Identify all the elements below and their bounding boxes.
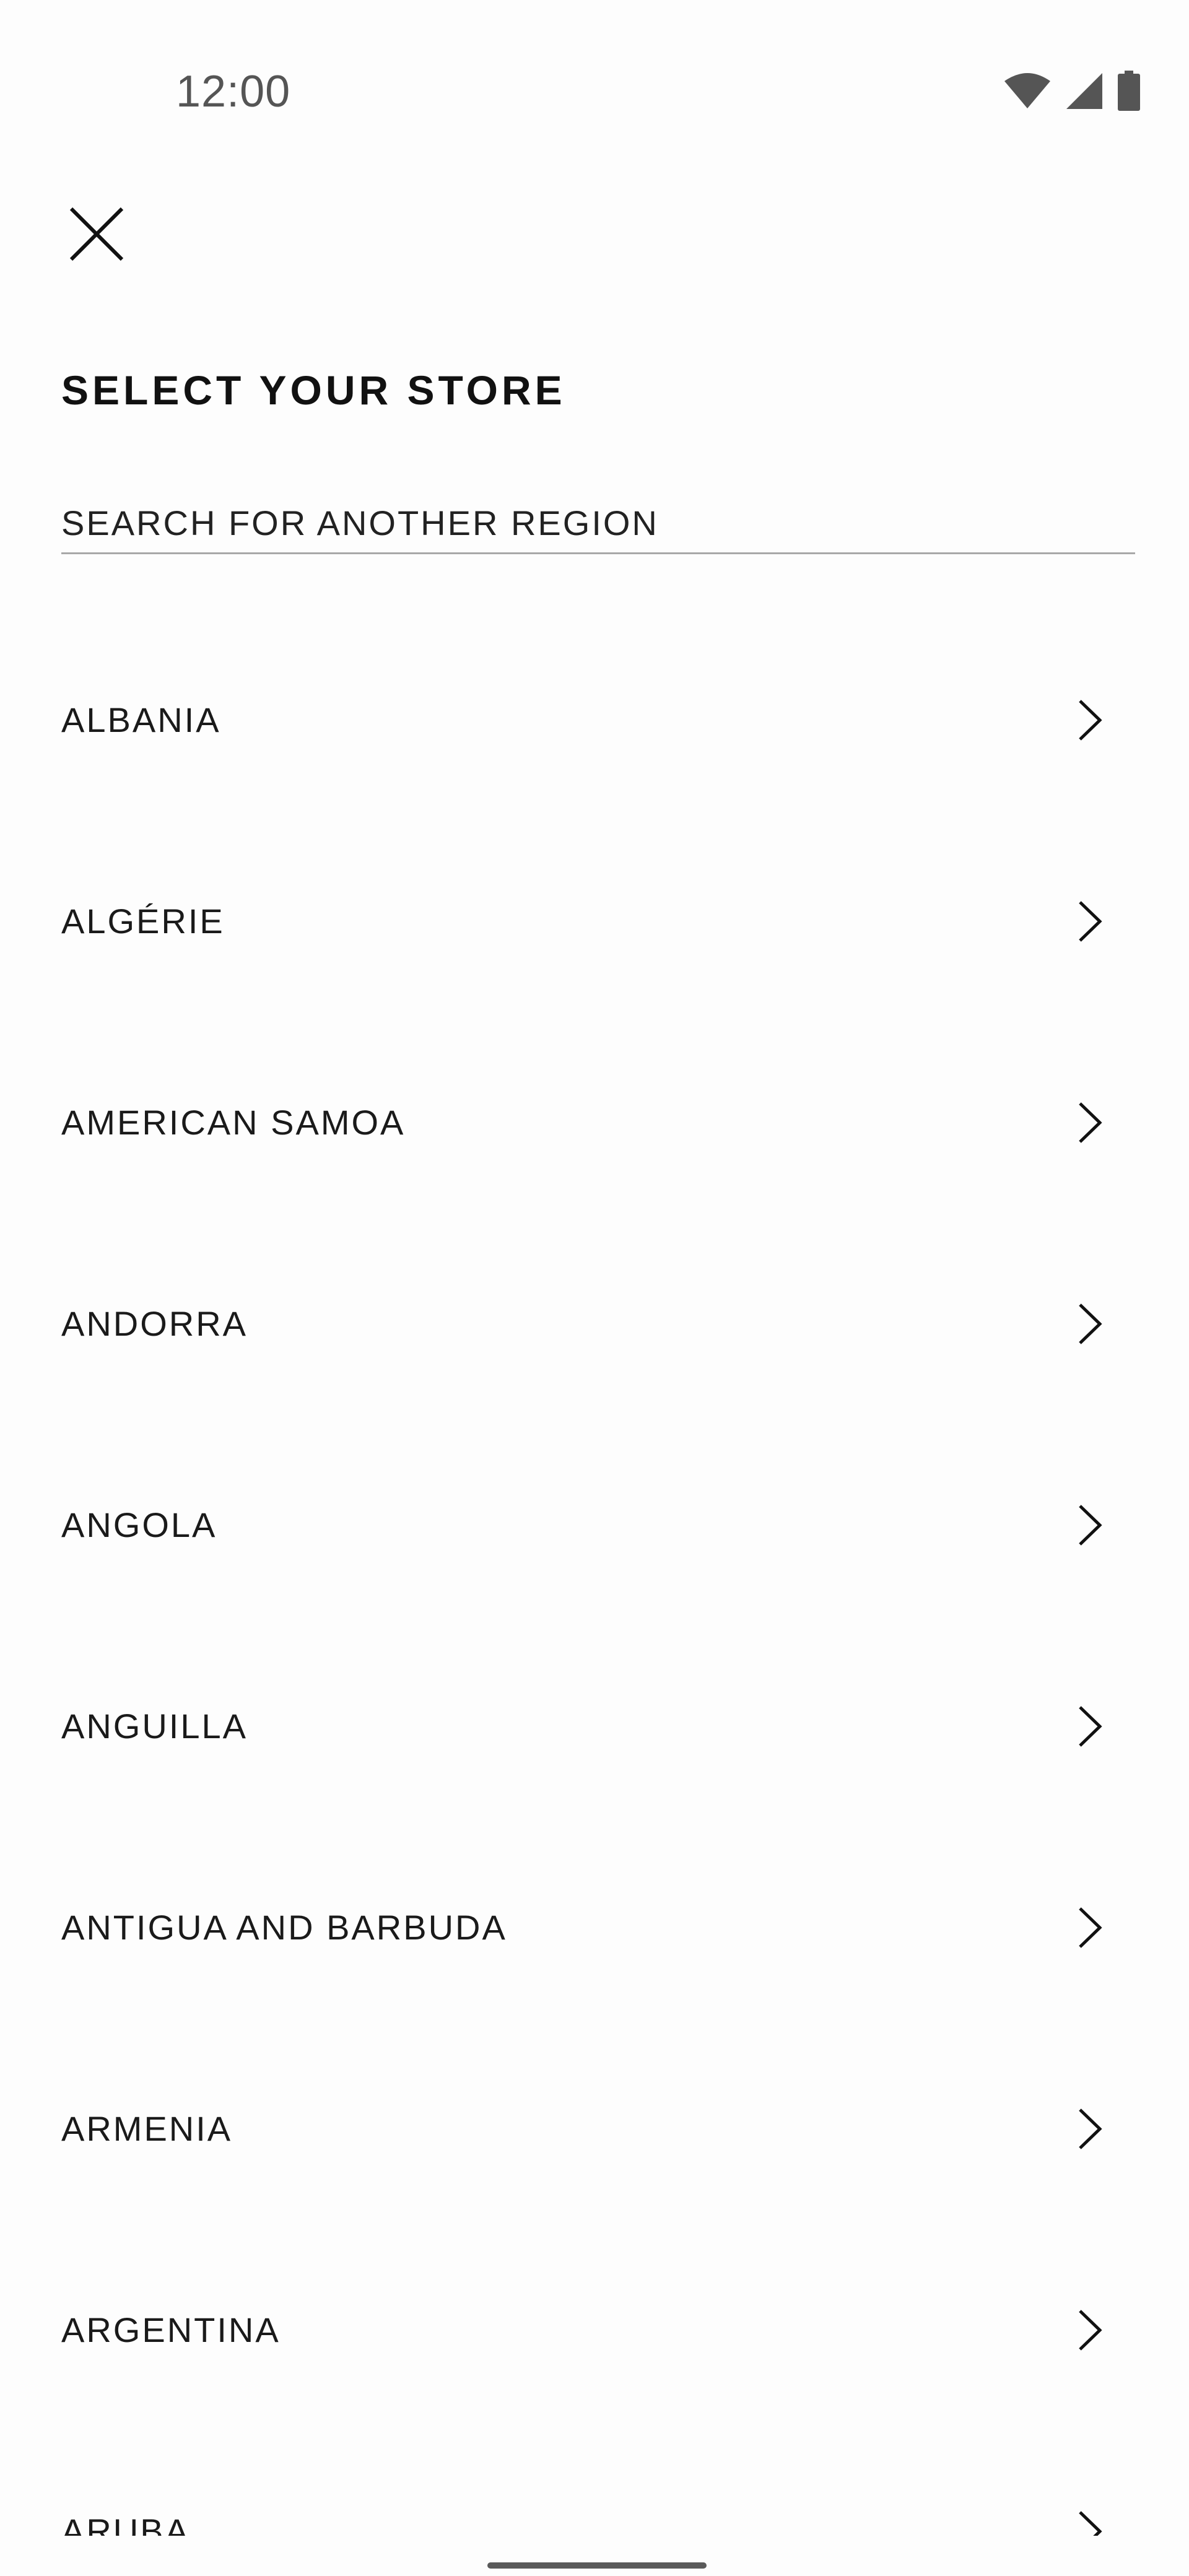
list-item-label: ANDORRA bbox=[61, 1304, 248, 1343]
chevron-right-icon bbox=[1071, 1098, 1108, 1147]
search-field[interactable] bbox=[61, 495, 1135, 554]
list-item-argentina[interactable]: ARGENTINA bbox=[0, 2229, 1189, 2430]
bottom-mask bbox=[0, 2536, 1189, 2576]
list-item-andorra[interactable]: ANDORRA bbox=[0, 1223, 1189, 1424]
list-item-label: ANGOLA bbox=[61, 1505, 217, 1544]
list-item-label: ARMENIA bbox=[61, 2109, 233, 2148]
list-item-anguilla[interactable]: ANGUILLA bbox=[0, 1625, 1189, 1827]
list-item-label: AMERICAN SAMOA bbox=[61, 1103, 406, 1142]
chevron-right-icon bbox=[1071, 2305, 1108, 2355]
list-item-armenia[interactable]: ARMENIA bbox=[0, 2028, 1189, 2229]
chevron-right-icon bbox=[1071, 897, 1108, 946]
close-button[interactable] bbox=[54, 193, 139, 277]
list-item-label: ANTIGUA AND BARBUDA bbox=[61, 1908, 507, 1947]
list-item-label: ALBANIA bbox=[61, 700, 221, 739]
list-item-antigua-and-barbuda[interactable]: ANTIGUA AND BARBUDA bbox=[0, 1827, 1189, 2028]
chevron-right-icon bbox=[1071, 2104, 1108, 2154]
list-item-angola[interactable]: ANGOLA bbox=[0, 1424, 1189, 1625]
region-list: ALBANIA ALGÉRIE AMERICAN SAMOA ANDORRA A… bbox=[0, 619, 1189, 2576]
status-time: 12:00 bbox=[176, 67, 291, 116]
battery-icon bbox=[1117, 71, 1141, 111]
list-item-label: ALGÉRIE bbox=[61, 902, 225, 941]
list-item-label: ANGUILLA bbox=[61, 1707, 248, 1746]
chevron-right-icon bbox=[1071, 1500, 1108, 1550]
wifi-icon bbox=[1003, 72, 1052, 110]
store-selector-screen: 12:00 SELECT YOUR STORE SEARCH FOR ANOTH… bbox=[0, 0, 1189, 2576]
search-input[interactable] bbox=[61, 495, 1135, 550]
cellular-signal-icon bbox=[1065, 72, 1104, 110]
status-bar: 12:00 bbox=[0, 0, 1189, 186]
chevron-right-icon bbox=[1071, 1903, 1108, 1952]
list-item-american-samoa[interactable]: AMERICAN SAMOA bbox=[0, 1022, 1189, 1223]
close-icon bbox=[69, 206, 124, 265]
list-item-algerie[interactable]: ALGÉRIE bbox=[0, 820, 1189, 1022]
list-item-label: ARGENTINA bbox=[61, 2310, 281, 2349]
list-item-albania[interactable]: ALBANIA bbox=[0, 619, 1189, 820]
status-icons bbox=[1003, 69, 1141, 113]
chevron-right-icon bbox=[1071, 1299, 1108, 1349]
chevron-right-icon bbox=[1071, 695, 1108, 745]
page-title: SELECT YOUR STORE bbox=[61, 367, 566, 413]
gesture-navigation-bar[interactable] bbox=[487, 2562, 707, 2569]
chevron-right-icon bbox=[1071, 1702, 1108, 1751]
